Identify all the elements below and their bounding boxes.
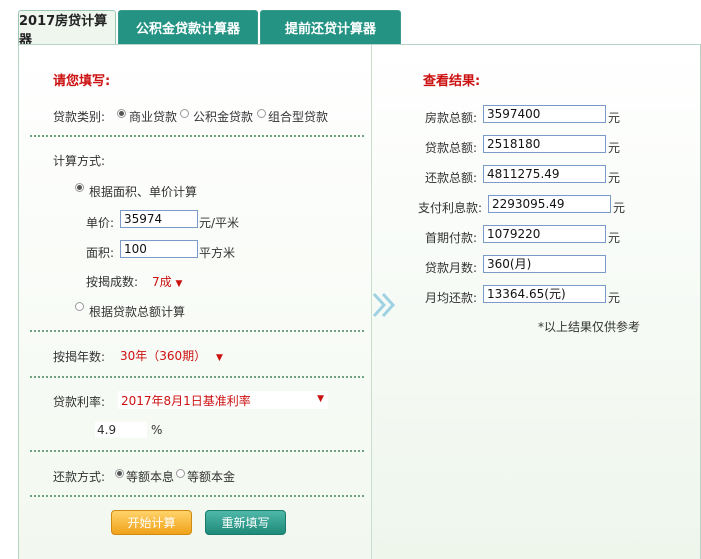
ratio-value: 7成	[152, 275, 172, 289]
result-months: 360(月)	[483, 255, 606, 273]
years-value: 30年（360期）	[120, 349, 207, 363]
divider	[30, 135, 364, 137]
result-interest: 2293095.49	[488, 195, 611, 213]
rate-value: 2017年8月1日基准利率	[121, 394, 251, 408]
result-unit: 元	[613, 201, 626, 215]
rate-label: 贷款利率:	[53, 395, 106, 409]
tab-prepayment[interactable]: 提前还贷计算器	[260, 10, 401, 44]
area-input[interactable]: 100	[120, 240, 198, 258]
ratio-label: 按揭成数:	[86, 275, 139, 289]
radio-equal-installment-label: 等额本息	[126, 470, 175, 484]
loan-type-label: 贷款类别:	[53, 110, 106, 124]
reset-button[interactable]: 重新填写	[205, 510, 286, 535]
years-select[interactable]: 30年（360期） ▼	[120, 347, 223, 364]
ratio-select[interactable]: 7成 ▼	[152, 273, 182, 290]
divider	[30, 376, 364, 378]
calc-method-label: 计算方式:	[53, 154, 106, 168]
dropdown-arrow-icon: ▼	[317, 394, 324, 404]
radio-commercial-label: 商业贷款	[129, 110, 178, 124]
radio-by-total[interactable]	[75, 302, 84, 311]
result-monthly: 13364.65(元)	[483, 285, 606, 303]
radio-commercial[interactable]	[117, 109, 126, 118]
tab-house-loan[interactable]: 2017房贷计算器	[18, 10, 116, 48]
area-unit: 平方米	[199, 246, 236, 260]
dropdown-arrow-icon: ▼	[216, 353, 223, 363]
result-down-payment: 1079220	[483, 225, 606, 243]
radio-by-total-label: 根据贷款总额计算	[89, 305, 186, 319]
result-label-months: 贷款月数:	[425, 261, 478, 275]
result-unit: 元	[608, 141, 621, 155]
radio-by-area-label: 根据面积、单价计算	[89, 185, 198, 199]
form-title: 请您填写:	[53, 74, 111, 89]
result-label-house-total: 房款总额:	[425, 111, 478, 125]
radio-combined[interactable]	[257, 109, 266, 118]
result-label-loan-total: 贷款总额:	[425, 141, 478, 155]
chevron-right-icon	[372, 292, 396, 318]
result-label-repay-total: 还款总额:	[425, 171, 478, 185]
area-label: 面积:	[86, 246, 115, 260]
result-unit: 元	[608, 231, 621, 245]
rate-number-input[interactable]: 4.9	[95, 422, 147, 438]
rate-select[interactable]: 2017年8月1日基准利率 ▼	[118, 391, 328, 409]
radio-equal-principal-label: 等额本金	[187, 470, 236, 484]
radio-by-area[interactable]	[75, 183, 84, 192]
results-title: 查看结果:	[423, 74, 481, 89]
result-unit: 元	[608, 171, 621, 185]
rate-unit: %	[151, 423, 163, 437]
unit-price-unit: 元/平米	[199, 216, 240, 230]
radio-combined-label: 组合型贷款	[268, 110, 329, 124]
result-loan-total: 2518180	[483, 135, 606, 153]
radio-fund-label: 公积金贷款	[193, 110, 254, 124]
result-repay-total: 4811275.49	[483, 165, 606, 183]
years-label: 按揭年数:	[53, 350, 106, 364]
results-note: *以上结果仅供参考	[538, 320, 641, 334]
divider	[30, 450, 364, 452]
result-label-interest: 支付利息款:	[418, 201, 483, 215]
radio-fund[interactable]	[180, 109, 189, 118]
divider	[30, 330, 364, 332]
radio-equal-principal[interactable]	[176, 469, 185, 478]
radio-equal-installment[interactable]	[115, 469, 124, 478]
unit-price-label: 单价:	[86, 216, 115, 230]
start-button[interactable]: 开始计算	[111, 510, 192, 535]
dropdown-arrow-icon: ▼	[175, 279, 183, 289]
unit-price-input[interactable]: 35974	[120, 210, 198, 228]
result-house-total: 3597400	[483, 105, 606, 123]
result-label-monthly: 月均还款:	[425, 291, 478, 305]
repay-label: 还款方式:	[53, 470, 106, 484]
divider	[30, 495, 364, 497]
result-unit: 元	[608, 291, 621, 305]
result-label-down-payment: 首期付款:	[425, 231, 478, 245]
result-unit: 元	[608, 111, 621, 125]
tab-fund-loan[interactable]: 公积金贷款计算器	[118, 10, 258, 44]
rate-number-value: 4.9	[97, 423, 117, 437]
